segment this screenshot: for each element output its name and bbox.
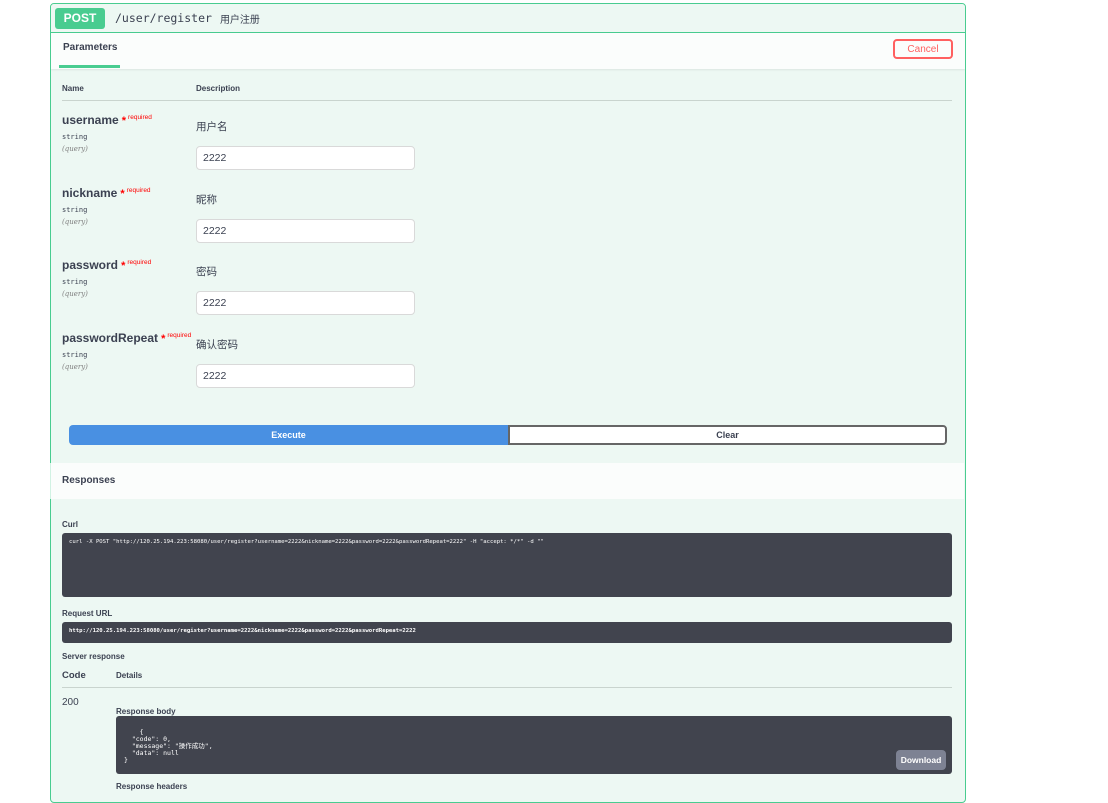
parameter-description: 确认密码 bbox=[196, 339, 238, 351]
curl-label: Curl bbox=[62, 520, 78, 529]
column-header-details: Details bbox=[116, 671, 143, 680]
parameter-type: string bbox=[62, 351, 88, 359]
parameter-name: username bbox=[62, 113, 119, 127]
response-body-box[interactable]: { "code": 0, "message": "操作成功", "data": … bbox=[116, 716, 952, 774]
parameter-name: nickname bbox=[62, 186, 118, 200]
download-button[interactable]: Download bbox=[896, 750, 946, 770]
column-header-code: Code bbox=[62, 670, 86, 681]
password-input[interactable] bbox=[196, 291, 415, 315]
curl-command-box[interactable]: curl -X POST "http://120.25.194.223:5808… bbox=[62, 533, 952, 597]
execute-button[interactable]: Execute bbox=[69, 425, 508, 445]
parameter-name: password bbox=[62, 258, 119, 272]
required-star: * bbox=[118, 115, 127, 127]
required-label: required bbox=[167, 332, 192, 339]
required-star: * bbox=[158, 333, 166, 345]
responses-section-header: Responses bbox=[50, 463, 964, 499]
header-divider bbox=[62, 100, 952, 101]
parameter-name: passwordRepeat bbox=[62, 331, 159, 345]
column-header-name: Name bbox=[62, 84, 84, 93]
response-status-code: 200 bbox=[62, 697, 79, 708]
request-url-label: Request URL bbox=[62, 609, 113, 618]
required-label: required bbox=[127, 259, 152, 266]
password-repeat-input[interactable] bbox=[196, 364, 415, 388]
request-url-box[interactable]: http://120.25.194.223:58080/user/registe… bbox=[62, 622, 952, 643]
parameter-row-password: password * required string (query) 密码 bbox=[62, 256, 952, 328]
column-header-description: Description bbox=[196, 84, 241, 93]
parameter-row-password-repeat: passwordRepeat * required string (query) … bbox=[62, 329, 952, 401]
parameter-description: 用户名 bbox=[196, 121, 228, 133]
response-headers-label: Response headers bbox=[116, 782, 188, 791]
parameter-description: 昵称 bbox=[196, 194, 217, 206]
parameter-type: string bbox=[62, 206, 88, 214]
required-label: required bbox=[126, 187, 151, 194]
parameter-description: 密码 bbox=[196, 266, 217, 278]
server-response-label: Server response bbox=[62, 652, 125, 661]
required-star: * bbox=[117, 188, 125, 200]
required-star: * bbox=[118, 260, 126, 272]
operation-body: Name Description username * required stri… bbox=[50, 0, 966, 791]
execute-button-group: Execute Clear bbox=[69, 425, 947, 445]
parameter-row-nickname: nickname * required string (query) 昵称 bbox=[62, 184, 952, 256]
parameter-type: string bbox=[62, 278, 88, 286]
parameter-type: string bbox=[62, 133, 88, 141]
response-body-label: Response body bbox=[116, 707, 176, 716]
nickname-input[interactable] bbox=[196, 219, 415, 243]
username-input[interactable] bbox=[196, 146, 415, 170]
response-header-divider bbox=[62, 687, 952, 688]
clear-button[interactable]: Clear bbox=[508, 425, 947, 445]
required-label: required bbox=[128, 114, 152, 121]
parameter-row-username: username * required string (query) 用户名 bbox=[62, 111, 952, 183]
responses-title: Responses bbox=[62, 475, 116, 486]
response-body-content: { "code": 0, "message": "操作成功", "data": … bbox=[124, 728, 213, 764]
